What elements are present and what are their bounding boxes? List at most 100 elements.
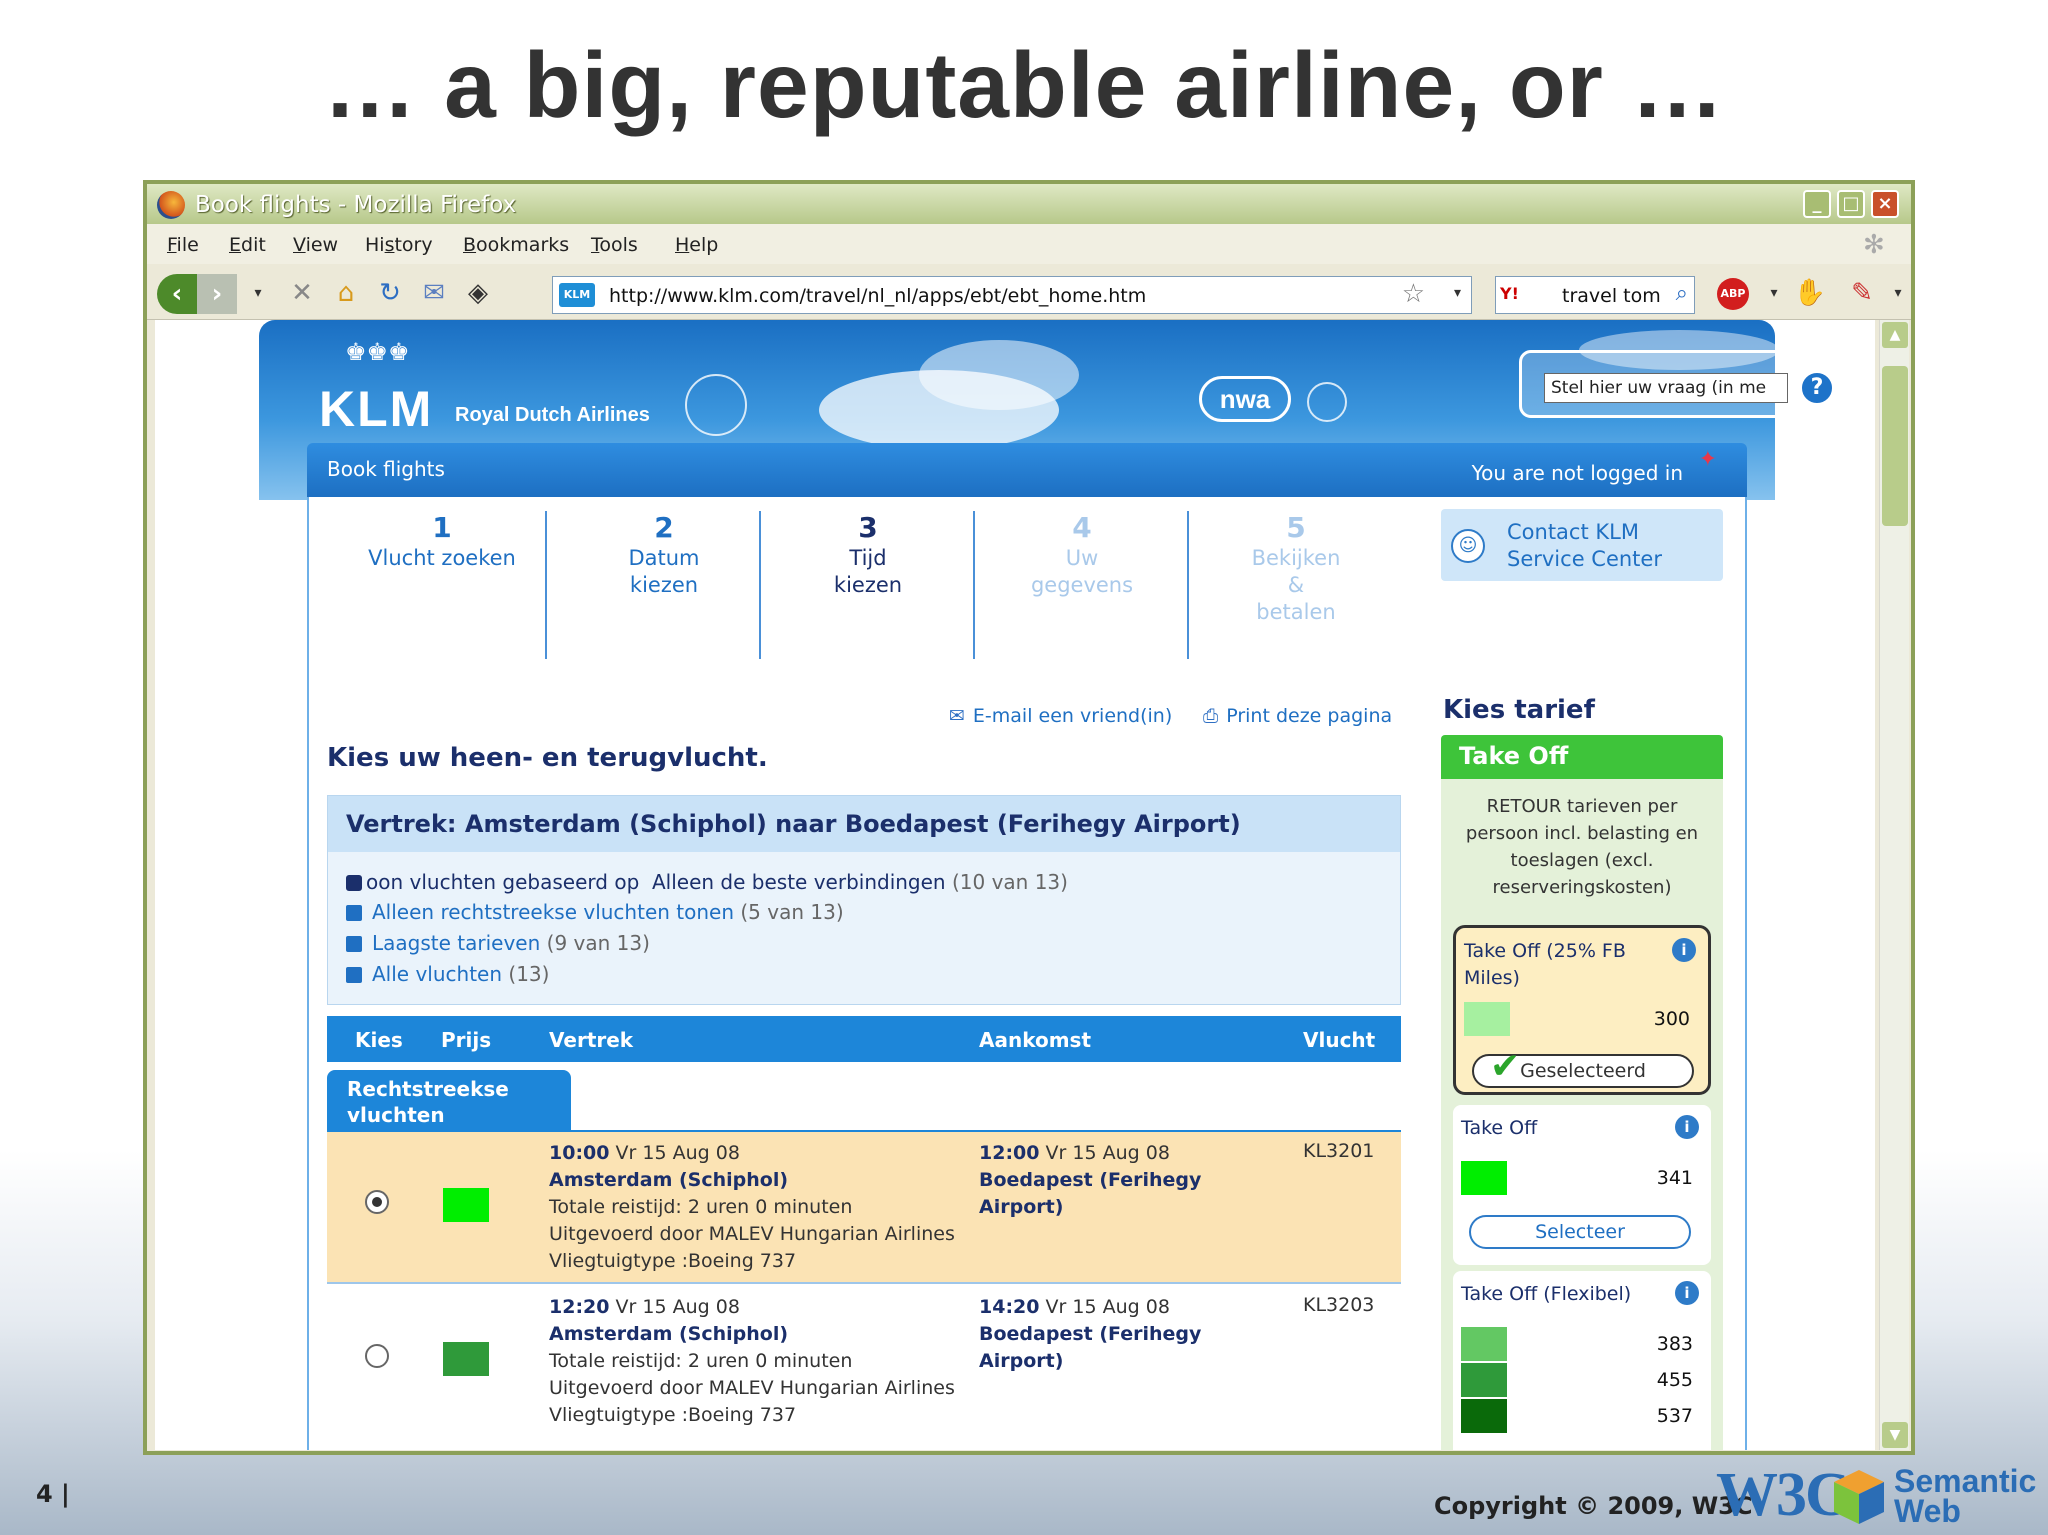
dep-place: Amsterdam (Schiphol) <box>549 1169 789 1191</box>
step-label: Datum kiezen <box>628 546 700 597</box>
step-number: 2 <box>654 511 674 544</box>
fare-color <box>1461 1399 1507 1433</box>
flight-radio[interactable] <box>365 1344 389 1368</box>
filter-all-link[interactable]: Alle vluchten (13) <box>346 962 549 986</box>
filter-current: oon vluchten gebaseerd op Alleen de best… <box>346 870 1068 894</box>
dep-time: 10:00 <box>549 1142 610 1164</box>
toolbar-overflow-icon[interactable]: ▾ <box>1879 276 1917 310</box>
close-button[interactable]: × <box>1871 190 1899 218</box>
email-link-label[interactable]: E-mail een vriend(in) <box>973 705 1172 727</box>
step-1[interactable]: 1 Vlucht zoeken <box>337 511 547 572</box>
selected-label: Geselecteerd <box>1520 1060 1646 1082</box>
bookmark-star-icon[interactable]: ☆ <box>1402 279 1425 309</box>
maximize-button[interactable]: □ <box>1837 190 1865 218</box>
cloud <box>919 340 1079 410</box>
scroll-up-button[interactable]: ▲ <box>1882 322 1908 348</box>
page-viewport: ♚♚♚ KLM Royal Dutch Airlines nwa Stel hi… <box>155 320 1875 1450</box>
info-icon[interactable]: i <box>1675 1115 1699 1139</box>
email-friend-link[interactable]: ✉ E-mail een vriend(in) <box>949 705 1172 727</box>
stop-icon[interactable]: ✕ <box>283 276 321 310</box>
fare-option[interactable]: Take Off (25% FB Miles) i 300 ✔ Geselecte… <box>1453 925 1711 1095</box>
contact-label[interactable]: Contact KLM Service Center <box>1507 519 1717 573</box>
klm-crown-icon: ♚♚♚ <box>345 338 410 366</box>
fare-option[interactable]: Take Off i 341 Selecteer <box>1453 1105 1711 1265</box>
selected-button[interactable]: ✔ Geselecteerd <box>1472 1046 1694 1088</box>
contact-service-center[interactable]: ☺ Contact KLM Service Center <box>1441 509 1723 581</box>
dep-place: Amsterdam (Schiphol) <box>549 1323 789 1345</box>
fare-price: 341 <box>1656 1167 1693 1189</box>
filter-label[interactable]: Alle vluchten <box>372 962 502 986</box>
arr-date: Vr 15 Aug 08 <box>1045 1142 1170 1164</box>
note-icon[interactable]: ✎ <box>1843 276 1881 310</box>
forward-button[interactable]: › <box>197 274 237 314</box>
print-page-link[interactable]: ⎙ Print deze pagina <box>1203 705 1392 727</box>
fare-color <box>1461 1327 1507 1361</box>
url-text[interactable]: http://www.klm.com/travel/nl_nl/apps/ebt… <box>609 285 1146 307</box>
menu-help[interactable]: Help <box>675 234 718 256</box>
print-link-label[interactable]: Print deze pagina <box>1226 705 1392 727</box>
url-dropdown-icon[interactable]: ▾ <box>1454 285 1461 301</box>
copyright: Copyright © 2009, W3C <box>1434 1492 1753 1520</box>
menu-history[interactable]: History <box>365 234 433 256</box>
mail-icon[interactable]: ✉ <box>415 276 453 310</box>
flight-row[interactable]: 12:20 Vr 15 Aug 08 Amsterdam (Schiphol) … <box>327 1286 1401 1438</box>
menu-edit[interactable]: Edit <box>229 234 266 256</box>
search-input[interactable]: travel tom <box>1562 285 1661 307</box>
step-divider <box>545 511 547 659</box>
search-bar[interactable]: Y! travel tom ⌕ <box>1495 276 1695 314</box>
hand-icon[interactable]: ✋ <box>1791 276 1829 310</box>
search-magnifier-icon[interactable]: ⌕ <box>1676 281 1688 306</box>
klm-logo[interactable]: KLM <box>319 380 433 438</box>
menu-view[interactable]: View <box>293 234 338 256</box>
skyteam-icon <box>685 374 747 436</box>
fare-option[interactable]: Take Off (Flexibel) i 383 455 537 <box>1453 1271 1711 1450</box>
price-color-box <box>443 1188 489 1222</box>
scroll-thumb[interactable] <box>1882 366 1908 526</box>
filter-label[interactable]: Laagste tarieven <box>372 931 540 955</box>
arr-date: Vr 15 Aug 08 <box>1045 1296 1170 1318</box>
reload-icon[interactable]: ↻ <box>371 276 409 310</box>
flight-radio[interactable] <box>365 1190 389 1214</box>
scroll-down-button[interactable]: ▼ <box>1882 1422 1908 1448</box>
menu-file[interactable]: File <box>167 234 199 256</box>
flight-number: KL3203 <box>1303 1294 1375 1316</box>
adblock-icon[interactable]: ABP <box>1717 278 1749 310</box>
aircraft: Vliegtuigtype :Boeing 737 <box>549 1404 797 1426</box>
select-button[interactable]: Selecteer <box>1469 1215 1691 1249</box>
filter-label[interactable]: Alleen rechtstreekse vluchten tonen <box>372 900 734 924</box>
minimize-button[interactable]: _ <box>1803 190 1831 218</box>
yahoo-search-icon[interactable]: Y! <box>1500 284 1548 308</box>
question-input[interactable]: Stel hier uw vraag (in me <box>1544 373 1788 403</box>
filter-lowest-link[interactable]: Laagste tarieven (9 van 13) <box>346 931 650 955</box>
vertical-scrollbar[interactable]: ▲ ▼ <box>1879 320 1909 1450</box>
adblock-dropdown-icon[interactable]: ▾ <box>1755 276 1793 310</box>
tab-direct-flights[interactable]: Rechtstreekse vluchten <box>327 1070 571 1132</box>
step-label: Tijd kiezen <box>833 546 903 597</box>
departure-info: 10:00 Vr 15 Aug 08 Amsterdam (Schiphol) … <box>549 1140 955 1275</box>
step-divider <box>973 511 975 659</box>
bookmark-tag-icon[interactable]: ◈ <box>459 276 497 310</box>
throbber-icon: ✻ <box>1863 230 1885 260</box>
home-icon[interactable]: ⌂ <box>327 276 365 310</box>
browser-window: Book flights - Mozilla Firefox _ □ × Fil… <box>143 180 1915 1455</box>
info-icon[interactable]: i <box>1672 938 1696 962</box>
filter-direct-link[interactable]: Alleen rechtstreekse vluchten tonen (5 v… <box>346 900 844 924</box>
fare-color <box>1461 1161 1507 1195</box>
back-button[interactable]: ‹ <box>157 274 197 314</box>
menu-bookmarks[interactable]: Bookmarks <box>463 234 569 256</box>
fare-name: Take Off (25% FB Miles) <box>1464 940 1626 989</box>
history-dropdown-icon[interactable]: ▾ <box>239 276 277 310</box>
arrival-info: 14:20 Vr 15 Aug 08 Boedapest (Ferihegy A… <box>979 1294 1239 1375</box>
sparkle-icon: ✦ <box>1698 447 1717 472</box>
step-2[interactable]: 2 Datum kiezen <box>549 511 779 599</box>
flight-row[interactable]: 10:00 Vr 15 Aug 08 Amsterdam (Schiphol) … <box>327 1132 1401 1284</box>
semantic-web-logo: Semantic Web <box>1894 1465 2036 1527</box>
slide-title: … a big, reputable airline, or … <box>323 33 1725 137</box>
step-label: Vlucht zoeken <box>368 546 516 570</box>
info-icon[interactable]: i <box>1675 1281 1699 1305</box>
filter-count: (9 van 13) <box>546 931 650 955</box>
url-bar[interactable]: KLM http://www.klm.com/travel/nl_nl/apps… <box>552 276 1472 314</box>
menu-tools[interactable]: Tools <box>591 234 638 256</box>
fare-price: 455 <box>1656 1369 1693 1391</box>
help-icon[interactable]: ? <box>1800 371 1834 405</box>
